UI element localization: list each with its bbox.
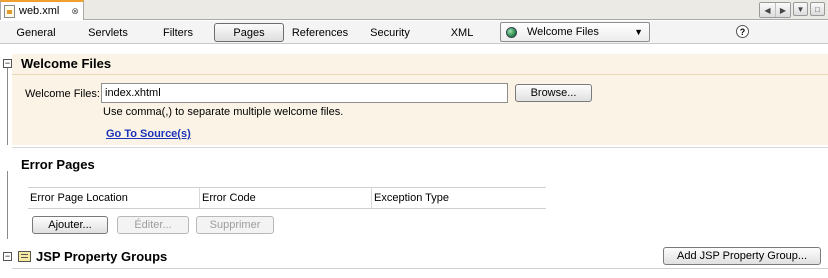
section-tree-line bbox=[7, 68, 8, 145]
help-icon[interactable]: ? bbox=[736, 25, 749, 38]
jsp-property-groups-title: JSP Property Groups bbox=[36, 248, 168, 264]
tab-security[interactable]: Security bbox=[362, 23, 418, 42]
collapse-icon[interactable]: − bbox=[3, 251, 12, 261]
chevron-down-icon: ▼ bbox=[634, 27, 643, 37]
editor-tab-bar: web.xml ⊗ ◀ ▶ ▼ □ bbox=[0, 0, 828, 20]
delete-error-page-button[interactable]: Supprimer bbox=[196, 216, 274, 234]
welcome-files-input[interactable]: index.xhtml bbox=[101, 83, 508, 103]
tab-general[interactable]: General bbox=[8, 23, 64, 42]
tab-filters[interactable]: Filters bbox=[150, 23, 206, 42]
tab-servlets[interactable]: Servlets bbox=[80, 23, 136, 42]
editor-tab-title: web.xml bbox=[19, 5, 60, 17]
globe-icon bbox=[506, 26, 517, 38]
welcome-files-title: Welcome Files bbox=[21, 55, 112, 71]
section-selector-dropdown[interactable]: Welcome Files ▼ bbox=[500, 22, 650, 42]
restore-window-icon[interactable]: □ bbox=[810, 2, 825, 16]
window-controls: ◀ ▶ ▼ □ bbox=[759, 2, 825, 18]
error-pages-header: Error Pages bbox=[0, 153, 828, 175]
section-selector-value: Welcome Files bbox=[527, 26, 599, 38]
property-group-icon bbox=[18, 251, 31, 262]
error-pages-title: Error Pages bbox=[21, 156, 95, 172]
section-tree-line bbox=[7, 171, 8, 239]
column-exception-type[interactable]: Exception Type bbox=[372, 188, 546, 208]
tab-references[interactable]: References bbox=[288, 23, 352, 42]
browse-button[interactable]: Browse... bbox=[515, 84, 592, 102]
tab-xml[interactable]: XML bbox=[440, 23, 484, 42]
jsp-section-divider bbox=[12, 268, 828, 269]
add-error-page-button[interactable]: Ajouter... bbox=[32, 216, 108, 234]
tab-list-dropdown-icon[interactable]: ▼ bbox=[793, 2, 808, 16]
column-error-page-location[interactable]: Error Page Location bbox=[28, 188, 200, 208]
scroll-right-icon[interactable]: ▶ bbox=[775, 3, 790, 17]
tab-scroll-group: ◀ ▶ bbox=[759, 2, 791, 18]
add-jsp-property-group-button[interactable]: Add JSP Property Group... bbox=[663, 247, 821, 265]
welcome-files-hint: Use comma(,) to separate multiple welcom… bbox=[103, 106, 344, 118]
editor-tab-web-xml[interactable]: web.xml ⊗ bbox=[0, 0, 84, 20]
collapse-icon[interactable]: − bbox=[3, 58, 12, 68]
error-pages-divider bbox=[12, 147, 828, 148]
xml-file-icon bbox=[4, 4, 15, 18]
editor-toolbar: General Servlets Filters Pages Reference… bbox=[0, 21, 828, 44]
column-error-code[interactable]: Error Code bbox=[200, 188, 372, 208]
close-icon[interactable]: ⊗ bbox=[71, 6, 79, 17]
tab-pages[interactable]: Pages bbox=[214, 23, 284, 42]
scroll-left-icon[interactable]: ◀ bbox=[760, 3, 775, 17]
edit-error-page-button[interactable]: Éditer... bbox=[117, 216, 189, 234]
welcome-header-divider bbox=[12, 74, 828, 75]
welcome-files-header: − Welcome Files bbox=[0, 52, 828, 74]
welcome-files-label: Welcome Files: bbox=[25, 88, 100, 100]
go-to-source-link[interactable]: Go To Source(s) bbox=[106, 128, 191, 140]
error-pages-table-header: Error Page Location Error Code Exception… bbox=[28, 187, 546, 209]
